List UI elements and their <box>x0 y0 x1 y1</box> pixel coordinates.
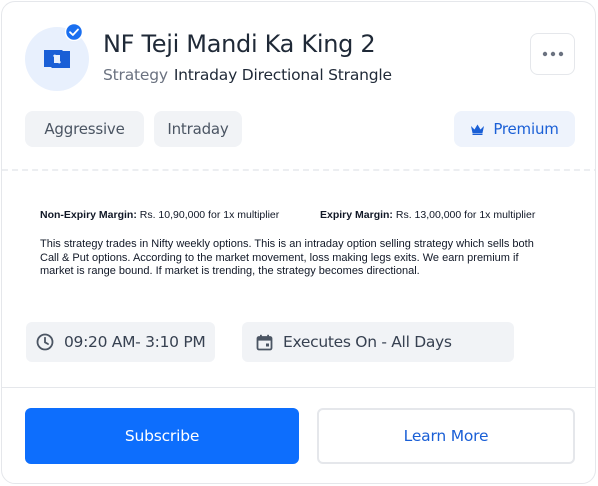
premium-label: Premium <box>493 120 559 138</box>
tag-intraday: Intraday <box>154 111 242 147</box>
learn-more-button[interactable]: Learn More <box>317 408 575 464</box>
expiry-margin-label: Expiry Margin: <box>320 209 393 221</box>
footer-divider <box>2 387 595 388</box>
time-window: 09:20 AM- 3:10 PM <box>26 322 215 362</box>
dashed-divider <box>2 169 595 171</box>
non-expiry-margin-label: Non-Expiry Margin: <box>40 209 137 221</box>
premium-badge: Premium <box>454 111 575 147</box>
clock-icon <box>36 333 54 351</box>
more-options-icon <box>542 51 563 57</box>
strategy-type-label: Strategy <box>103 66 168 84</box>
more-options-button[interactable] <box>530 33 575 75</box>
execution-days-text: Executes On - All Days <box>283 333 452 351</box>
non-expiry-margin-value: Rs. 10,90,000 for 1x multiplier <box>136 209 280 221</box>
execution-days: Executes On - All Days <box>242 322 514 362</box>
crown-icon <box>471 124 485 135</box>
calendar-icon <box>256 334 273 350</box>
strategy-subtitle: Strategy Intraday Directional Strangle <box>103 66 392 84</box>
tag-aggressive: Aggressive <box>25 111 144 147</box>
non-expiry-margin: Non-Expiry Margin: Rs. 10,90,000 for 1x … <box>40 209 279 221</box>
strategy-card: NF Teji Mandi Ka King 2 Strategy Intraday… <box>1 1 596 484</box>
expiry-margin-value: Rs. 13,00,000 for 1x multiplier <box>392 209 536 221</box>
strategy-description: This strategy trades in Nifty weekly opt… <box>40 238 534 278</box>
verified-badge-icon <box>64 22 84 42</box>
expiry-margin: Expiry Margin: Rs. 13,00,000 for 1x mult… <box>320 209 535 221</box>
time-window-text: 09:20 AM- 3:10 PM <box>64 333 206 351</box>
strategy-type-value: Intraday Directional Strangle <box>173 66 392 84</box>
strategy-title: NF Teji Mandi Ka King 2 <box>103 30 376 58</box>
subscribe-button[interactable]: Subscribe <box>25 408 299 464</box>
